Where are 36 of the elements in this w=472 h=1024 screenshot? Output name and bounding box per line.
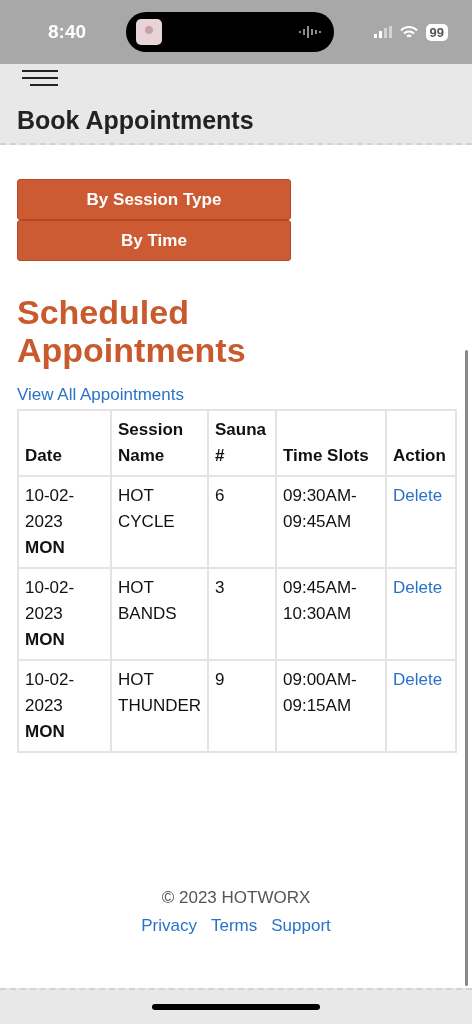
date-cell: 10-02-2023 MON bbox=[18, 660, 111, 752]
delete-link[interactable]: Delete bbox=[393, 486, 443, 505]
footer-link[interactable]: Support bbox=[271, 916, 331, 936]
wifi-icon bbox=[399, 25, 418, 39]
signal-icon bbox=[373, 26, 392, 38]
table-cell: 09:00AM-09:15AM bbox=[276, 660, 386, 752]
table-cell: HOT THUNDER bbox=[111, 660, 208, 752]
column-header: Session Name bbox=[111, 410, 208, 476]
table-cell: HOT BANDS bbox=[111, 568, 208, 660]
audio-wave-icon bbox=[297, 26, 322, 38]
table-cell: 9 bbox=[208, 660, 276, 752]
table-cell: 6 bbox=[208, 476, 276, 568]
column-header: Sauna # bbox=[208, 410, 276, 476]
battery-level: 99 bbox=[425, 23, 448, 41]
delete-link[interactable]: Delete bbox=[393, 670, 443, 689]
view-all-link[interactable]: View All Appointments bbox=[17, 385, 455, 405]
table-cell: 09:30AM-09:45AM bbox=[276, 476, 386, 568]
footer-link[interactable]: Privacy bbox=[141, 916, 197, 936]
filter-button[interactable]: By Session Type bbox=[17, 179, 291, 220]
date-cell: 10-02-2023 MON bbox=[18, 568, 111, 660]
app-icon bbox=[135, 19, 162, 45]
page-title: Book Appointments bbox=[16, 106, 255, 135]
table-cell: 3 bbox=[208, 568, 276, 660]
column-header: Action bbox=[386, 410, 456, 476]
section-title: Scheduled Appointments bbox=[17, 293, 247, 369]
filter-button[interactable]: By Time bbox=[17, 220, 291, 261]
column-header: Date bbox=[18, 410, 111, 476]
footer-link[interactable]: Terms bbox=[210, 916, 258, 936]
column-header: Time Slots bbox=[276, 410, 386, 476]
menu-icon[interactable] bbox=[22, 68, 58, 88]
table-cell: HOT CYCLE bbox=[111, 476, 208, 568]
copyright-text: © 2023 HOTWORX bbox=[161, 888, 311, 908]
status-time: 8:40 bbox=[48, 21, 87, 43]
date-cell: 10-02-2023 MON bbox=[18, 476, 111, 568]
table-cell: 09:45AM-10:30AM bbox=[276, 568, 386, 660]
delete-link[interactable]: Delete bbox=[393, 578, 443, 597]
